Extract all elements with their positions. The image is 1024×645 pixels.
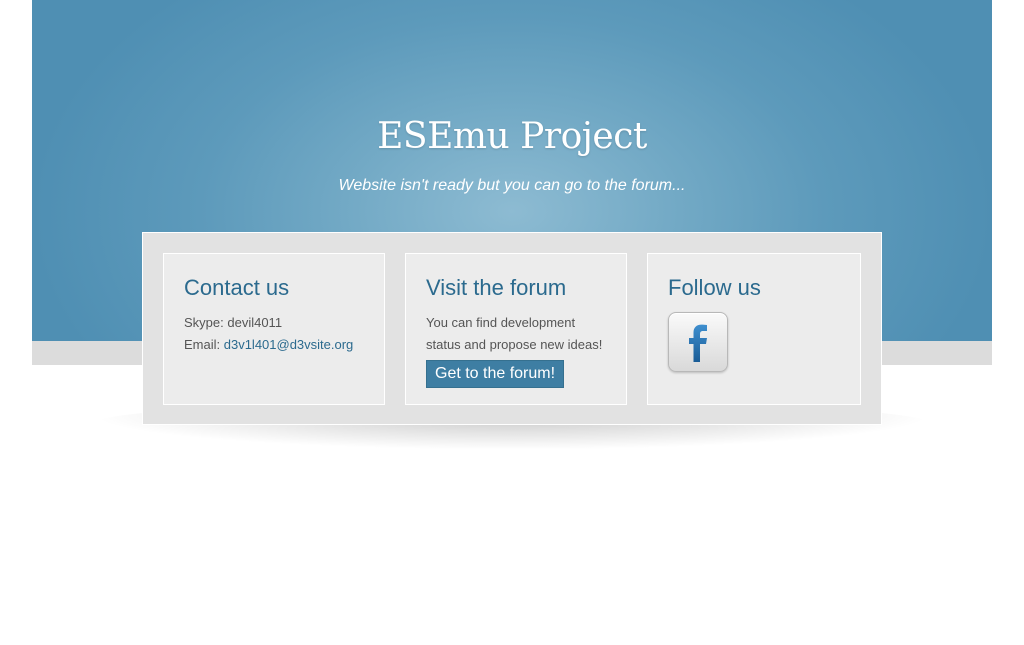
social-box: Follow us [647, 253, 861, 405]
page-subtitle: Website isn't ready but you can go to th… [338, 177, 686, 194]
forum-button[interactable]: Get to the forum! [426, 360, 565, 388]
forum-box: Visit the forum You can find development… [405, 253, 627, 405]
social-heading: Follow us [668, 275, 761, 300]
contact-heading: Contact us [184, 275, 290, 300]
contact-box: Contact us Skype: devil4011 Email: d3v1l… [163, 253, 385, 405]
info-panel: Contact us Skype: devil4011 Email: d3v1l… [142, 232, 882, 425]
forum-heading: Visit the forum [426, 275, 567, 300]
facebook-icon[interactable] [668, 312, 728, 372]
page-title: ESEmu Project [377, 116, 647, 157]
email-line: Email: d3v1l401@d3vsite.org [184, 334, 364, 356]
forum-description: You can find development status and prop… [426, 315, 603, 352]
page: ESEmu Project Website isn't ready but yo… [0, 0, 1024, 645]
email-label: Email: [184, 337, 224, 352]
email-link[interactable]: d3v1l401@d3vsite.org [224, 337, 354, 352]
skype-text: Skype: devil4011 [184, 315, 283, 330]
